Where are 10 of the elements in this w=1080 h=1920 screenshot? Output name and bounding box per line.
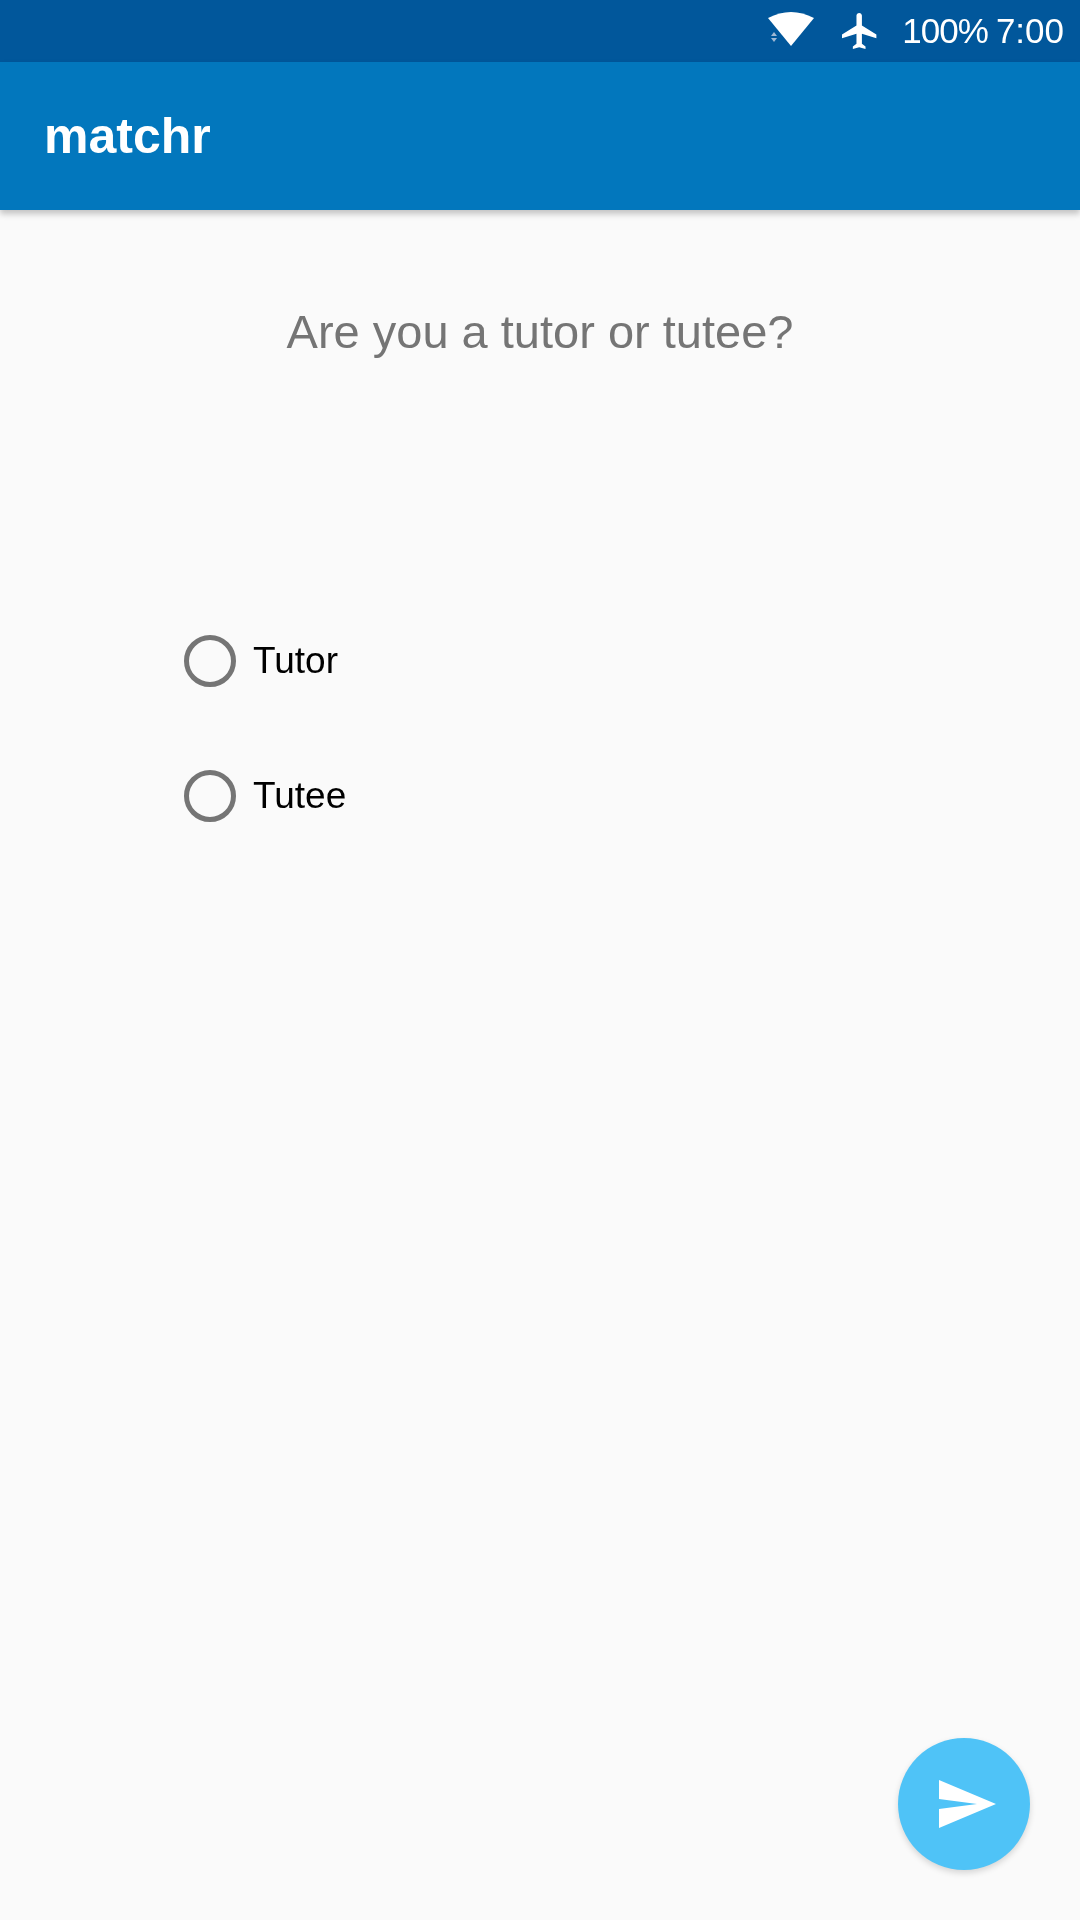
send-icon: [938, 1780, 996, 1828]
radio-circle-icon[interactable]: [182, 768, 238, 824]
radio-option[interactable]: Tutor: [182, 613, 338, 709]
app-title: matchr: [44, 107, 211, 166]
wifi-icon: [768, 12, 815, 46]
clock-time: 7:00: [995, 11, 1064, 51]
question-text: Are you a tutor or tutee?: [285, 304, 795, 360]
radio-option[interactable]: Tutee: [182, 748, 347, 844]
battery-percentage: 100%: [902, 11, 988, 51]
radio-circle-icon[interactable]: [182, 633, 238, 689]
